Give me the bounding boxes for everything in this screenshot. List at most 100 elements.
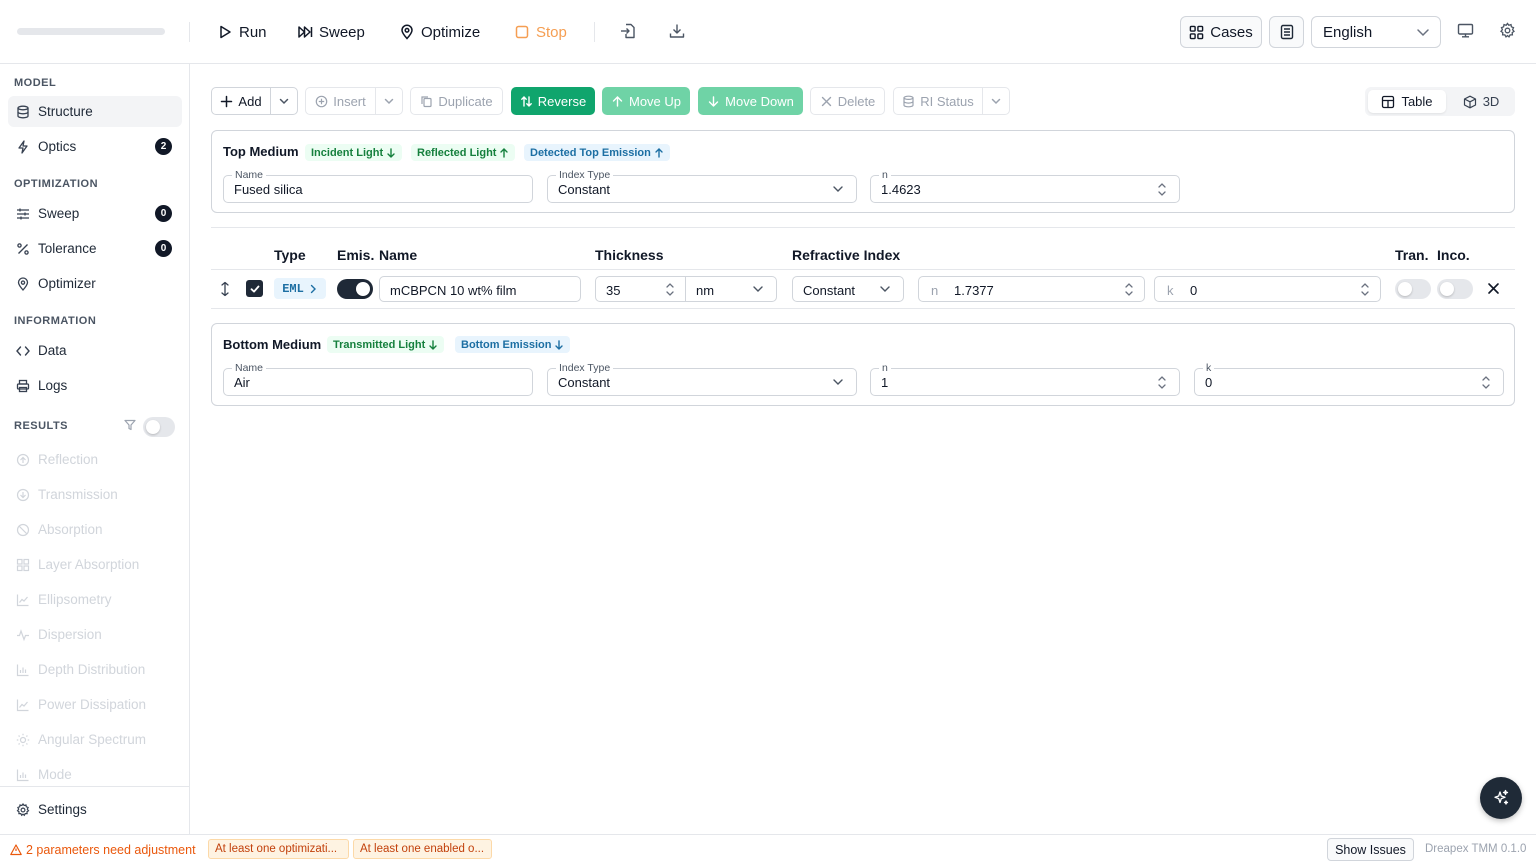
duplicate-button[interactable]: Duplicate bbox=[410, 87, 503, 115]
monitor-icon[interactable] bbox=[1457, 22, 1474, 39]
chevron-down-icon bbox=[879, 283, 891, 295]
sidebar-item-result[interactable]: Ellipsometry bbox=[8, 584, 182, 615]
top-medium-n-input[interactable]: n 1.4623 bbox=[870, 168, 1180, 203]
filter-icon[interactable] bbox=[124, 419, 136, 431]
move-down-button[interactable]: Move Down bbox=[698, 87, 803, 115]
field-value: 1 bbox=[881, 375, 889, 390]
add-button[interactable]: Add bbox=[211, 87, 271, 115]
field-value: 1.7377 bbox=[954, 283, 994, 298]
bottom-medium-index-type-select[interactable]: Index Type Constant bbox=[547, 361, 857, 396]
language-select[interactable]: English bbox=[1311, 16, 1441, 48]
sidebar-item-label: Optimizer bbox=[38, 276, 96, 291]
thickness-unit-select[interactable]: nm bbox=[685, 276, 777, 302]
sidebar-item-result[interactable]: Angular Spectrum bbox=[8, 724, 182, 755]
top-medium-index-type-select[interactable]: Index Type Constant bbox=[547, 168, 857, 203]
sidebar-item-structure[interactable]: Structure bbox=[8, 96, 182, 127]
view-3d-button[interactable]: 3D bbox=[1451, 90, 1511, 113]
sidebar-item-optics[interactable]: Optics 2 bbox=[8, 131, 182, 162]
database-icon bbox=[16, 105, 30, 119]
gear-icon[interactable] bbox=[1499, 22, 1516, 39]
sliders-icon bbox=[16, 207, 30, 221]
sweep-button[interactable]: Sweep bbox=[297, 20, 365, 44]
stop-button[interactable]: Stop bbox=[514, 20, 567, 44]
layer-name-input[interactable]: mCBPCN 10 wt% film bbox=[379, 276, 581, 302]
arrow-up-icon bbox=[611, 95, 624, 108]
sidebar-item-result[interactable]: Power Dissipation bbox=[8, 689, 182, 720]
absorption-icon bbox=[16, 523, 30, 537]
bottom-emission-tag: Bottom Emission bbox=[455, 336, 571, 353]
optimize-button[interactable]: Optimize bbox=[399, 20, 480, 44]
add-menu-button[interactable] bbox=[270, 87, 298, 115]
top-medium-name-field[interactable]: Name Fused silica bbox=[223, 168, 533, 203]
issue-chip[interactable]: At least one enabled o... bbox=[353, 839, 492, 859]
reverse-button[interactable]: Reverse bbox=[511, 87, 595, 115]
sidebar-item-tolerance[interactable]: Tolerance 0 bbox=[8, 233, 182, 264]
notes-button[interactable] bbox=[1269, 16, 1304, 48]
view-table-button[interactable]: Table bbox=[1368, 90, 1446, 113]
sidebar-item-result[interactable]: Depth Distribution bbox=[8, 654, 182, 685]
sidebar-item-result[interactable]: Layer Absorption bbox=[8, 549, 182, 580]
stepper-icon[interactable] bbox=[1157, 179, 1167, 199]
ri-status-menu-button[interactable] bbox=[982, 87, 1010, 115]
ri-status-button[interactable]: RI Status bbox=[893, 87, 983, 115]
insert-button[interactable]: Insert bbox=[305, 87, 376, 115]
field-value: Constant bbox=[558, 375, 611, 390]
cases-button[interactable]: Cases bbox=[1180, 16, 1262, 48]
bottom-medium-n-input[interactable]: n 1 bbox=[870, 361, 1180, 396]
warning-message[interactable]: 2 parameters need adjustment bbox=[10, 843, 196, 857]
remove-layer-icon[interactable] bbox=[1487, 282, 1500, 295]
results-toggle[interactable] bbox=[143, 417, 175, 437]
delete-label: Delete bbox=[837, 93, 876, 109]
k-input[interactable]: k 0 bbox=[1154, 276, 1381, 302]
thickness-input[interactable]: 35 bbox=[595, 276, 686, 302]
sidebar-item-result[interactable]: Dispersion bbox=[8, 619, 182, 650]
arrow-down-icon bbox=[428, 339, 438, 350]
sidebar-item-result[interactable]: Absorption bbox=[8, 514, 182, 545]
arrow-up-icon bbox=[654, 147, 664, 158]
table-icon bbox=[1381, 95, 1395, 109]
layer-absorption-icon bbox=[16, 558, 30, 572]
stepper-icon[interactable] bbox=[665, 279, 675, 299]
sun-icon bbox=[16, 733, 30, 747]
layer-type-button[interactable]: EML bbox=[274, 278, 326, 299]
chevron-down-icon bbox=[278, 95, 290, 107]
drag-handle-icon[interactable] bbox=[219, 281, 231, 297]
n-input[interactable]: n 1.7377 bbox=[918, 276, 1145, 302]
stepper-icon[interactable] bbox=[1360, 279, 1370, 299]
bottom-medium-k-input[interactable]: k 0 bbox=[1194, 361, 1504, 396]
layer-select-checkbox[interactable] bbox=[246, 280, 263, 297]
cube-icon bbox=[1463, 95, 1477, 109]
stepper-icon[interactable] bbox=[1481, 372, 1491, 392]
field-value: Fused silica bbox=[234, 182, 303, 197]
reflected-light-tag: Reflected Light bbox=[411, 144, 516, 161]
ai-assistant-button[interactable] bbox=[1480, 777, 1522, 819]
sidebar-item-result[interactable]: Transmission bbox=[8, 479, 182, 510]
move-up-button[interactable]: Move Up bbox=[602, 87, 690, 115]
issue-chip[interactable]: At least one optimizati... bbox=[208, 839, 349, 859]
stepper-icon[interactable] bbox=[1157, 372, 1167, 392]
emissive-toggle[interactable] bbox=[337, 279, 373, 299]
sidebar-item-settings[interactable]: Settings bbox=[8, 794, 182, 825]
sidebar-item-logs[interactable]: Logs bbox=[8, 370, 182, 401]
run-button[interactable]: Run bbox=[217, 20, 267, 44]
reverse-label: Reverse bbox=[537, 93, 587, 109]
field-label: k bbox=[1203, 361, 1215, 375]
incoherent-toggle[interactable] bbox=[1437, 279, 1473, 299]
stepper-icon[interactable] bbox=[1124, 279, 1134, 299]
delete-button[interactable]: Delete bbox=[810, 87, 885, 115]
sidebar-item-data[interactable]: Data bbox=[8, 335, 182, 366]
insert-menu-button[interactable] bbox=[375, 87, 403, 115]
bottom-medium-name-field[interactable]: Name Air bbox=[223, 361, 533, 396]
sidebar-item-result[interactable]: Reflection bbox=[8, 444, 182, 475]
index-type-select[interactable]: Constant bbox=[792, 276, 904, 302]
show-issues-button[interactable]: Show Issues bbox=[1327, 838, 1414, 861]
import-icon[interactable] bbox=[619, 22, 637, 40]
chevron-down-icon bbox=[832, 376, 844, 388]
download-icon[interactable] bbox=[668, 22, 686, 40]
optics-count-badge: 2 bbox=[155, 138, 172, 155]
sidebar-item-sweep[interactable]: Sweep 0 bbox=[8, 198, 182, 229]
transparent-toggle[interactable] bbox=[1395, 279, 1431, 299]
sidebar-item-optimizer[interactable]: Optimizer bbox=[8, 268, 182, 299]
duplicate-label: Duplicate bbox=[438, 93, 493, 109]
plus-icon bbox=[220, 95, 233, 108]
